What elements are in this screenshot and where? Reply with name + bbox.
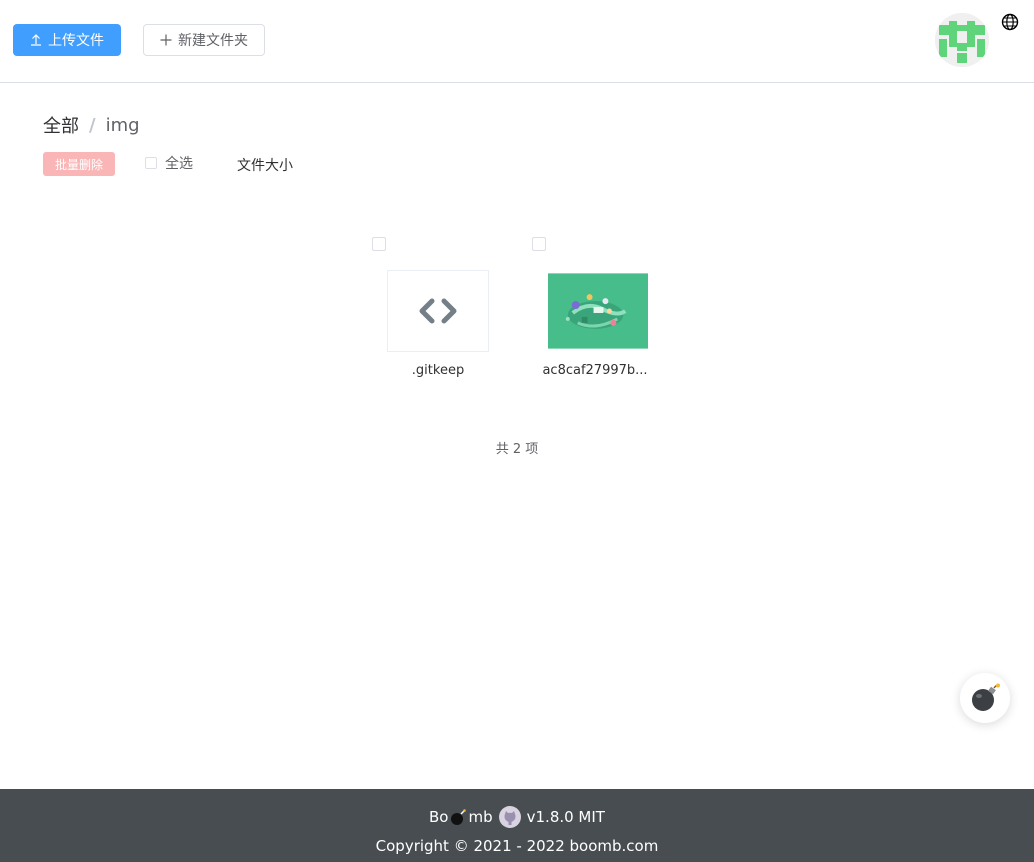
upload-icon — [31, 34, 41, 46]
breadcrumb-root[interactable]: 全部 — [43, 112, 79, 138]
breadcrumb: 全部 / img — [43, 112, 140, 138]
avatar[interactable] — [935, 13, 989, 67]
identicon-icon — [935, 13, 989, 67]
bomb-float-button[interactable] — [960, 673, 1010, 723]
upload-file-label: 上传文件 — [48, 33, 104, 49]
select-all-checkbox[interactable]: 全选 — [145, 153, 193, 173]
version-text[interactable]: v1.8.0 MIT — [527, 808, 605, 826]
copyright-text: Copyright © 2021 - 2022 boomb.com — [375, 837, 659, 855]
file-name[interactable]: ac8caf27997b... — [530, 363, 660, 378]
image-thumbnail-icon — [548, 273, 648, 349]
file-thumbnail[interactable] — [387, 270, 489, 352]
new-folder-label: 新建文件夹 — [178, 33, 248, 49]
breadcrumb-current: img — [105, 114, 140, 136]
upload-file-button[interactable]: 上传文件 — [13, 24, 121, 56]
file-thumbnail[interactable] — [547, 270, 649, 352]
bomb-logo-icon — [451, 809, 467, 825]
breadcrumb-separator: / — [89, 114, 96, 136]
file-checkbox[interactable] — [532, 237, 546, 251]
plus-icon — [160, 34, 172, 46]
batch-delete-button[interactable]: 批量删除 — [43, 152, 115, 176]
total-count: 共 2 项 — [495, 442, 539, 457]
github-icon[interactable] — [498, 806, 521, 828]
sort-by-size-button[interactable]: 文件大小 — [237, 155, 293, 175]
file-name[interactable]: .gitkeep — [373, 363, 503, 378]
footer: Bo mb v1.8.0 MIT Copyright © 2021 - 2022… — [0, 789, 1034, 862]
language-globe-icon[interactable] — [1001, 13, 1019, 31]
brand-prefix: Bo — [429, 808, 449, 826]
new-folder-button[interactable]: 新建文件夹 — [143, 24, 265, 56]
brand-suffix: mb — [468, 808, 493, 826]
select-all-box[interactable] — [145, 157, 157, 169]
file-checkbox[interactable] — [372, 237, 386, 251]
bomb-icon — [972, 683, 1000, 711]
batch-delete-label: 批量删除 — [54, 157, 103, 172]
select-all-label: 全选 — [165, 156, 193, 172]
footer-brand-line: Bo mb v1.8.0 MIT — [0, 806, 1034, 828]
code-file-icon — [419, 298, 457, 324]
top-header: 上传文件 新建文件夹 — [0, 0, 1034, 83]
